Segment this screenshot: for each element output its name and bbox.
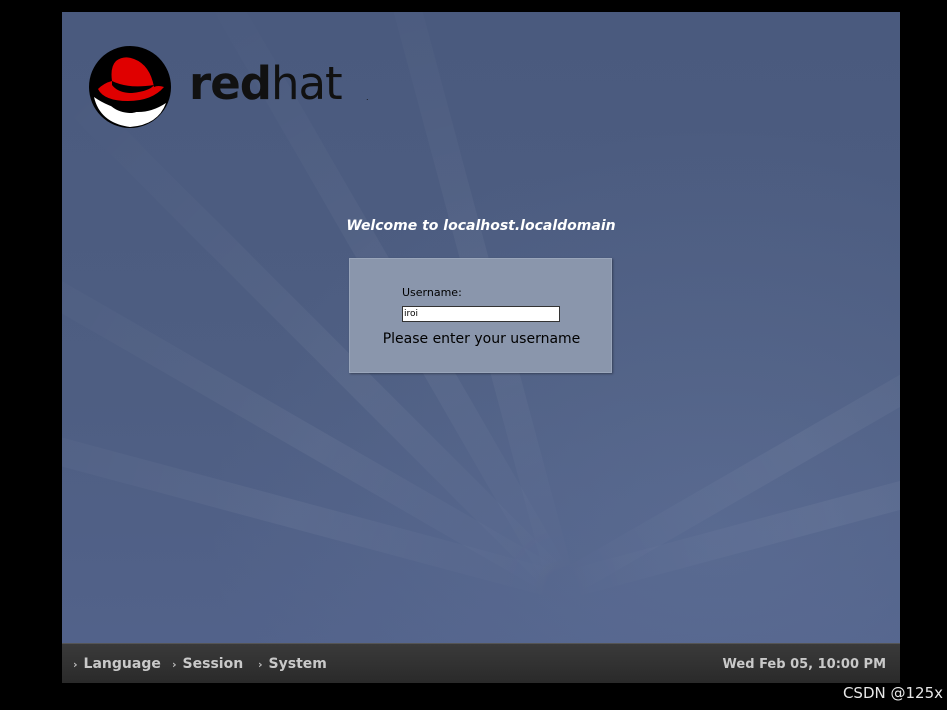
logo-trademark: . [366, 93, 369, 102]
session-menu[interactable]: › Session [172, 656, 243, 672]
watermark: CSDN @125x [842, 684, 943, 702]
login-prompt: Please enter your username [382, 331, 581, 347]
system-menu-label: System [268, 656, 327, 672]
login-box: Username: Please enter your username [349, 258, 612, 373]
bottom-panel: › Language › Session › System Wed Feb 05, 1… [62, 643, 900, 683]
chevron-right-icon: › [172, 658, 177, 671]
username-input[interactable] [402, 306, 560, 322]
language-menu-label: Language [83, 656, 161, 672]
logo-wordmark-red: red [189, 57, 272, 110]
redhat-logo: redhat . [88, 45, 369, 129]
chevron-right-icon: › [258, 658, 263, 671]
clock: Wed Feb 05, 10:00 PM [722, 657, 886, 672]
logo-wordmark-hat: hat [270, 57, 343, 110]
login-screen: redhat . Welcome to localhost.localdomai… [62, 12, 900, 683]
username-label: Username: [402, 286, 462, 299]
chevron-right-icon: › [73, 658, 78, 671]
logo-wordmark: redhat [189, 57, 343, 110]
shadowman-icon [89, 46, 171, 128]
language-menu[interactable]: › Language [73, 656, 161, 672]
desktop-background: redhat . Welcome to localhost.localdomai… [62, 12, 900, 643]
session-menu-label: Session [182, 656, 244, 672]
system-menu[interactable]: › System [258, 656, 327, 672]
welcome-heading: Welcome to localhost.localdomain [346, 218, 616, 234]
